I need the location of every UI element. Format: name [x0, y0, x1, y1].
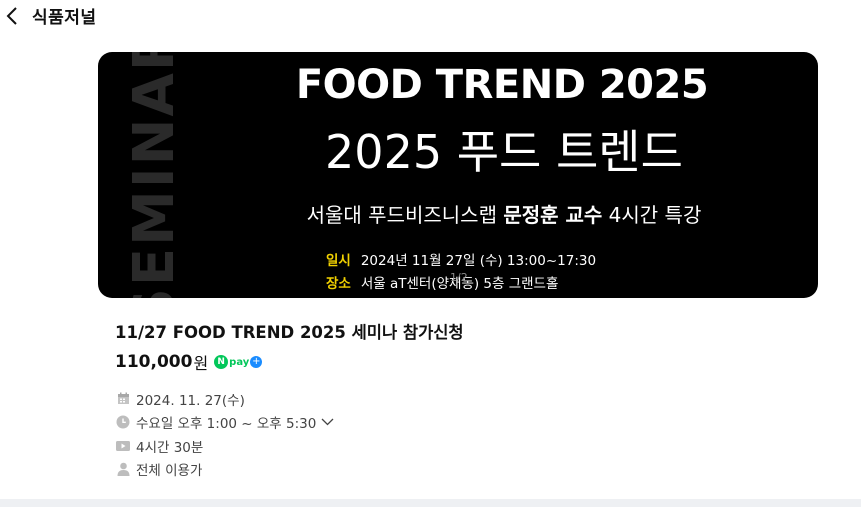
detail-audience-text: 전체 이용가	[136, 463, 203, 480]
banner-date-label: 일시	[326, 253, 351, 269]
detail-duration-text: 4시간 30분	[136, 439, 204, 456]
page-title: 식품저널	[32, 8, 97, 28]
banner-date-row: 일시 2024년 11월 27일 (수) 13:00~17:30	[326, 250, 596, 273]
video-play-icon	[116, 439, 130, 453]
detail-duration: 4시간 30분	[116, 434, 334, 458]
price-row: 110,000 원 N pay +	[115, 351, 263, 373]
npay-plus-icon: +	[250, 356, 263, 368]
banner-date-value: 2024년 11월 27일 (수) 13:00~17:30	[360, 253, 597, 269]
chevron-left-icon	[6, 7, 17, 25]
banner-title-en: FOOD TREND 2025	[295, 62, 709, 108]
npay-n-icon: N	[214, 355, 229, 369]
banner-subtitle: 서울대 푸드비즈니스랩 문정훈 교수 4시간 특강	[306, 203, 702, 227]
calendar-icon	[116, 392, 130, 406]
top-bar: 식품저널	[0, 0, 861, 32]
detail-time[interactable]: 수요일 오후 1:00 ~ 오후 5:30	[116, 411, 334, 435]
person-icon	[116, 462, 130, 477]
event-details: 2024. 11. 27(수) 수요일 오후 1:00 ~ 오후 5:30 4시…	[116, 387, 334, 481]
detail-audience: 전체 이용가	[116, 458, 334, 482]
bottom-divider	[0, 499, 861, 507]
detail-time-text: 수요일 오후 1:00 ~ 오후 5:30	[136, 416, 317, 433]
product-title: 11/27 FOOD TREND 2025 세미나 참가신청	[115, 323, 464, 342]
detail-date-text: 2024. 11. 27(수)	[136, 392, 245, 409]
banner-place-label: 장소	[326, 276, 351, 292]
detail-date: 2024. 11. 27(수)	[116, 387, 334, 411]
clock-icon	[116, 415, 130, 429]
npay-label: pay	[229, 356, 250, 368]
event-banner[interactable]: SEMINAR FOOD TREND 2025 2025 푸드 트렌드 서울대 …	[98, 52, 818, 298]
chevron-down-icon[interactable]	[321, 418, 334, 426]
banner-page-indicator: 1/2	[450, 271, 468, 284]
back-button[interactable]	[4, 6, 20, 26]
banner-title-ko: 2025 푸드 트렌드	[325, 125, 683, 179]
price: 110,000	[115, 352, 193, 372]
price-currency: 원	[193, 354, 209, 373]
npay-plus-badge: N pay +	[214, 355, 263, 369]
